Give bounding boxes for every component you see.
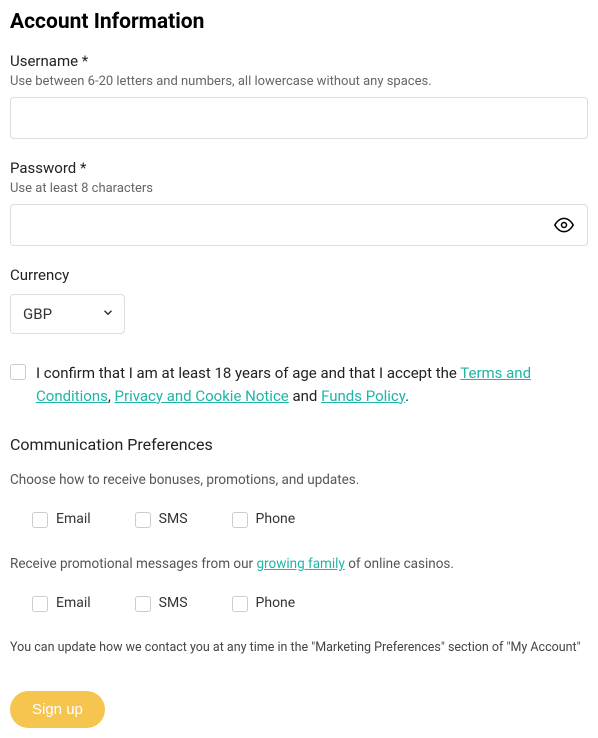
- promo-checkbox-row: Email SMS Phone: [32, 594, 588, 612]
- currency-value: GBP: [23, 305, 52, 323]
- bonus-sms-checkbox[interactable]: [135, 512, 151, 528]
- section-heading: Account Information: [10, 10, 588, 34]
- password-input[interactable]: [10, 204, 588, 246]
- age-consent-text: I confirm that I am at least 18 years of…: [36, 362, 588, 407]
- bonus-sms-item: SMS: [135, 510, 188, 528]
- promo-sms-checkbox[interactable]: [135, 596, 151, 612]
- password-label: Password *: [10, 159, 588, 177]
- age-consent-row: I confirm that I am at least 18 years of…: [10, 362, 588, 407]
- username-hint: Use between 6-20 letters and numbers, al…: [10, 74, 588, 89]
- promo-sms-label: SMS: [159, 595, 188, 611]
- promo-phone-label: Phone: [256, 595, 296, 611]
- bonus-sms-label: SMS: [159, 511, 188, 527]
- age-consent-checkbox[interactable]: [10, 364, 26, 380]
- growing-family-link[interactable]: growing family: [256, 556, 344, 572]
- currency-label: Currency: [10, 266, 588, 284]
- bonus-phone-checkbox[interactable]: [232, 512, 248, 528]
- bonus-checkbox-row: Email SMS Phone: [32, 510, 588, 528]
- bonus-email-item: Email: [32, 510, 91, 528]
- promo-email-label: Email: [56, 595, 91, 611]
- promo-phone-checkbox[interactable]: [232, 596, 248, 612]
- promo-email-item: Email: [32, 594, 91, 612]
- password-hint: Use at least 8 characters: [10, 181, 588, 196]
- funds-link[interactable]: Funds Policy: [321, 387, 405, 405]
- username-input[interactable]: [10, 97, 588, 139]
- eye-icon[interactable]: [554, 215, 574, 235]
- username-label: Username *: [10, 52, 588, 70]
- promo-sms-item: SMS: [135, 594, 188, 612]
- currency-group: Currency GBP: [10, 266, 588, 334]
- bonus-email-checkbox[interactable]: [32, 512, 48, 528]
- promo-email-checkbox[interactable]: [32, 596, 48, 612]
- bonus-email-label: Email: [56, 511, 91, 527]
- bonus-phone-label: Phone: [256, 511, 296, 527]
- comm-prefs-hint: Choose how to receive bonuses, promotion…: [10, 472, 588, 488]
- password-group: Password * Use at least 8 characters: [10, 159, 588, 246]
- footnote-text: You can update how we contact you at any…: [10, 640, 588, 655]
- username-group: Username * Use between 6-20 letters and …: [10, 52, 588, 139]
- bonus-phone-item: Phone: [232, 510, 296, 528]
- signup-button[interactable]: Sign up: [10, 691, 105, 728]
- promo-phone-item: Phone: [232, 594, 296, 612]
- privacy-link[interactable]: Privacy and Cookie Notice: [115, 387, 289, 405]
- currency-select[interactable]: GBP: [10, 294, 125, 334]
- comm-prefs-title: Communication Preferences: [10, 435, 588, 454]
- promo-text: Receive promotional messages from our gr…: [10, 556, 588, 572]
